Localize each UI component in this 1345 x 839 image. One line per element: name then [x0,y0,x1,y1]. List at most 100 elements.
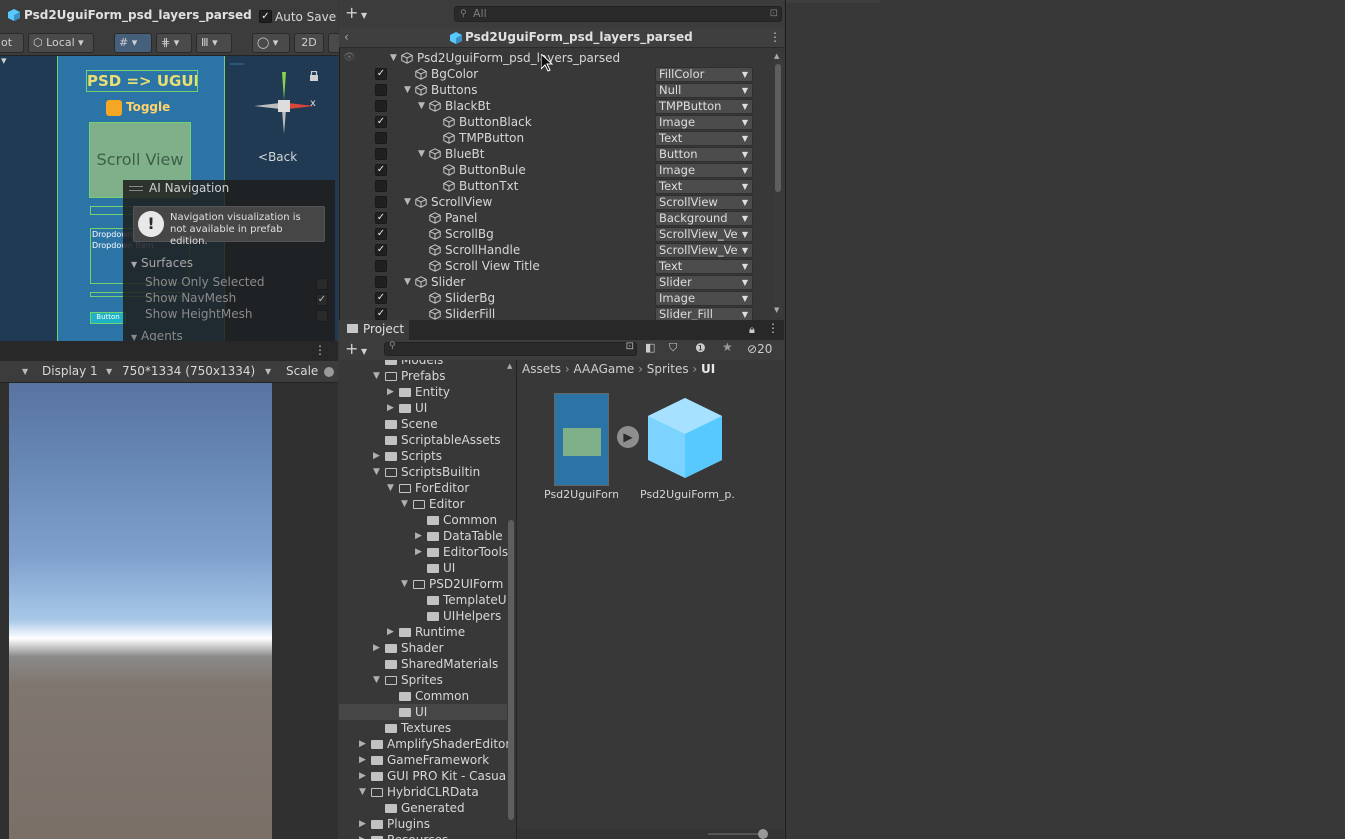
folder-tree-item[interactable]: ScriptableAssets [339,432,507,448]
search-by-label-icon[interactable]: ⛉ [669,341,677,355]
hierarchy-scrollbar[interactable]: ▲ ▼ [774,52,783,318]
create-add-button[interactable]: + ▼ [345,5,367,24]
foldout-arrow-icon[interactable]: ▼ [390,50,397,66]
active-checkbox[interactable] [375,100,387,112]
layer-type-dropdown[interactable]: Null ▼ [655,83,753,98]
increment-snap-button[interactable]: Ⅲ ▾ [196,33,232,53]
scale-slider-knob[interactable] [324,367,334,377]
foldout-arrow-icon[interactable]: ▶ [359,832,366,839]
more-options-icon[interactable]: ⋮ [767,321,779,335]
grid-visibility-button[interactable]: ⋕ ▾ [156,33,192,53]
hierarchy-row[interactable]: ✓ ScrollBg ScrollView_Ve ▼ [339,226,775,242]
ai-navigation-overlay[interactable]: AI Navigation ! Navigation visualization… [123,180,335,341]
display-dropdown[interactable]: Display 1 [42,364,98,378]
folder-tree-item[interactable]: ▶ GUI PRO Kit - Casua [339,768,507,784]
scrollbar-thumb[interactable] [508,520,514,820]
folder-tree-item[interactable]: ▼ Editor [339,496,507,512]
asset-thumbnail-sprite[interactable] [554,393,609,486]
layer-type-dropdown[interactable]: TMPButton ▼ [655,99,753,114]
active-checkbox[interactable]: ✓ [375,244,387,256]
hidden-packages-toggle[interactable]: ⊘20 [747,342,772,356]
project-tree-scrollbar[interactable]: ▲ [507,362,516,822]
folder-tree-item[interactable]: SharedMaterials [339,656,507,672]
layer-type-dropdown[interactable]: Button ▼ [655,147,753,162]
active-checkbox[interactable]: ✓ [375,68,387,80]
folder-tree-item[interactable]: TemplateU [339,592,507,608]
hierarchy-row[interactable]: ▼ Buttons Null ▼ [339,82,775,98]
foldout-arrow-icon[interactable]: ▶ [373,640,380,656]
folder-tree-item[interactable]: UI [339,560,507,576]
back-arrow-icon[interactable]: ‹ [344,30,349,44]
foldout-arrow-icon[interactable]: ▶ [387,400,394,416]
foldout-arrow-icon[interactable]: ▼ [404,194,411,210]
folder-tree-item[interactable]: ▼ ForEditor [339,480,507,496]
folder-tree-item[interactable]: ▶ Shader [339,640,507,656]
folder-tree-item[interactable]: UIHelpers [339,608,507,624]
play-expand-icon[interactable]: ▶ [617,426,639,448]
foldout-arrow-icon[interactable]: ▼ [401,576,408,592]
breadcrumb-item[interactable]: Assets [522,362,561,376]
favorites-star-icon[interactable]: ★ [722,340,733,354]
active-checkbox[interactable]: ✓ [375,116,387,128]
foldout-arrow-icon[interactable]: ▶ [387,624,394,640]
scroll-up-icon[interactable]: ▲ [507,362,512,370]
foldout-arrow-icon[interactable]: ▶ [359,768,366,784]
tab-project[interactable]: Project [339,320,409,340]
hierarchy-search-input[interactable]: ⚲ All ⊡ [454,6,782,22]
active-checkbox[interactable]: ✓ [375,292,387,304]
folder-tree-item[interactable]: ▶ Plugins [339,816,507,832]
layer-type-dropdown[interactable]: ScrollView_Ve ▼ [655,227,753,242]
layer-type-dropdown[interactable]: ScrollView ▼ [655,195,753,210]
folder-tree-item[interactable]: ▼ HybridCLRData [339,784,507,800]
active-checkbox[interactable] [375,84,387,96]
foldout-arrow-icon[interactable]: ▶ [359,816,366,832]
size-slider-track[interactable] [708,833,758,835]
folder-tree-item[interactable]: ▶ DataTable [339,528,507,544]
active-checkbox[interactable] [375,132,387,144]
breadcrumb-item[interactable]: Sprites [647,362,689,376]
breadcrumb-item[interactable]: UI [701,362,715,376]
active-checkbox[interactable]: ✓ [375,212,387,224]
folder-tree-item[interactable]: ▶ Entity [339,384,507,400]
foldout-arrow-icon[interactable]: ▼ [373,672,380,688]
size-slider-knob[interactable] [758,829,768,839]
resolution-dropdown[interactable]: 750*1334 (750x1334) [122,364,255,378]
layer-type-dropdown[interactable]: ScrollView_Ve ▼ [655,243,753,258]
layer-type-dropdown[interactable]: FillColor ▼ [655,67,753,82]
folder-tree-item[interactable]: ▶ Runtime [339,624,507,640]
folder-tree-item[interactable]: ▼ PSD2UIForm [339,576,507,592]
project-folder-tree[interactable]: Models ▼ Prefabs ▶ Entity ▶ UI Scene ScriptableA… [339,360,517,839]
folder-tree-item[interactable]: Textures [339,720,507,736]
hierarchy-row[interactable]: ▼ BlueBt Button ▼ [339,146,775,162]
active-checkbox[interactable] [375,260,387,272]
folder-tree-item[interactable]: Models [339,360,507,368]
hierarchy-row[interactable]: ✓ BgColor FillColor ▼ [339,66,775,82]
active-checkbox[interactable] [375,196,387,208]
scroll-down-icon[interactable]: ▼ [774,306,779,314]
create-add-button[interactable]: + ▼ [345,341,367,360]
asset-name-label[interactable]: Psd2UguiForm_p... [640,488,736,501]
layer-type-dropdown[interactable]: Slider ▼ [655,275,753,290]
foldout-arrow-icon[interactable]: ▼ [359,784,366,800]
active-checkbox[interactable] [375,148,387,160]
hierarchy-row[interactable]: Scroll View Title Text ▼ [339,258,775,274]
hierarchy-row[interactable]: ✓ ScrollHandle ScrollView_Ve ▼ [339,242,775,258]
surfaces-foldout[interactable]: ▼ Surfaces [131,256,193,270]
scrollbar-thumb[interactable] [775,64,781,192]
layer-type-dropdown[interactable]: Text ▼ [655,179,753,194]
foldout-arrow-icon[interactable]: ▼ [401,496,408,512]
show-only-selected-checkbox[interactable] [316,278,328,290]
project-asset-browser[interactable]: Assets › AAAGame › Sprites › UI Psd2Ugui… [518,360,784,839]
foldout-arrow-icon[interactable]: ▶ [415,528,422,544]
hierarchy-row[interactable]: ▼ BlackBt TMPButton ▼ [339,98,775,114]
agents-foldout[interactable]: ▼ Agents [131,329,183,341]
grid-snap-button[interactable]: # ▾ [114,33,152,53]
foldout-arrow-icon[interactable]: ▶ [415,544,422,560]
folder-tree-item[interactable]: UI [339,704,507,720]
folder-tree-item[interactable]: Generated [339,800,507,816]
foldout-arrow-icon[interactable]: ▶ [373,448,380,464]
log-issues-icon[interactable]: ❶ [695,341,706,355]
active-checkbox[interactable]: ✓ [375,308,387,320]
layer-type-dropdown[interactable]: Text ▼ [655,259,753,274]
chevron-down-icon[interactable]: ▼ [22,363,28,381]
